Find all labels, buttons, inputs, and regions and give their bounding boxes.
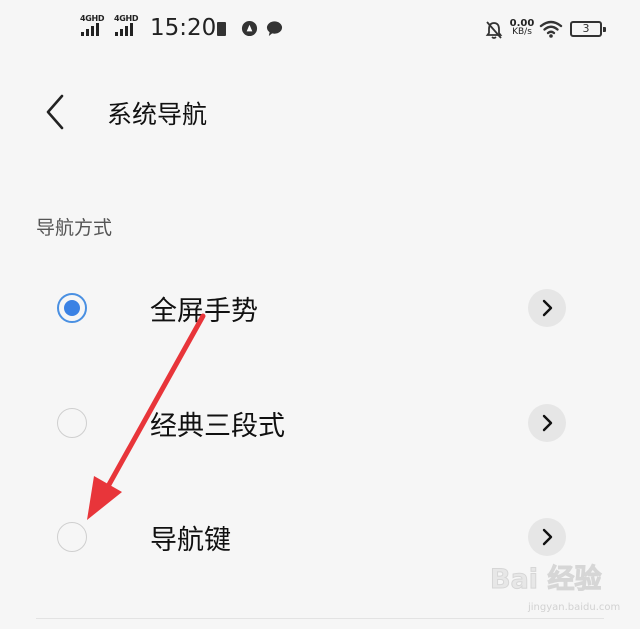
option-label: 全屏手势	[150, 296, 258, 327]
message-bubble-icon	[266, 21, 283, 37]
radio-button-selected[interactable]	[57, 293, 87, 323]
app-notification-icon	[241, 20, 258, 37]
chevron-right-icon[interactable]	[528, 404, 566, 442]
chevron-right-icon[interactable]	[528, 518, 566, 556]
watermark: Bai 经验 jingyan.baidu.com	[489, 557, 621, 621]
page-title: 系统导航	[107, 100, 208, 129]
radio-button[interactable]	[57, 522, 87, 552]
chevron-left-icon	[46, 94, 64, 130]
sim-card-icon	[217, 22, 226, 36]
chevron-right-icon[interactable]	[528, 289, 566, 327]
back-button[interactable]	[40, 92, 72, 132]
option-label: 经典三段式	[150, 411, 285, 442]
cellular-signal-1-icon: 4GHD	[80, 14, 108, 40]
section-header: 导航方式	[36, 217, 113, 239]
notifications-muted-icon	[485, 21, 503, 39]
network-speed-unit: KB/s	[512, 27, 532, 37]
status-time: 15:20	[150, 15, 217, 41]
watermark-url: jingyan.baidu.com	[528, 602, 621, 613]
cellular-signal-2-icon: 4GHD	[114, 14, 142, 40]
network-type-2: 4GHD	[114, 14, 139, 23]
network-speed: 0.00 KB/s	[509, 19, 535, 37]
option-label: 导航键	[150, 525, 231, 556]
battery-icon: 3	[570, 21, 606, 37]
battery-level: 3	[582, 22, 590, 35]
wifi-icon	[539, 20, 563, 38]
option-fullscreen-gestures[interactable]: 全屏手势	[0, 258, 640, 358]
radio-button[interactable]	[57, 408, 87, 438]
watermark-logo: Bai 经验	[489, 564, 602, 596]
network-type-1: 4GHD	[80, 14, 105, 23]
option-classic-three-button[interactable]: 经典三段式	[0, 373, 640, 473]
